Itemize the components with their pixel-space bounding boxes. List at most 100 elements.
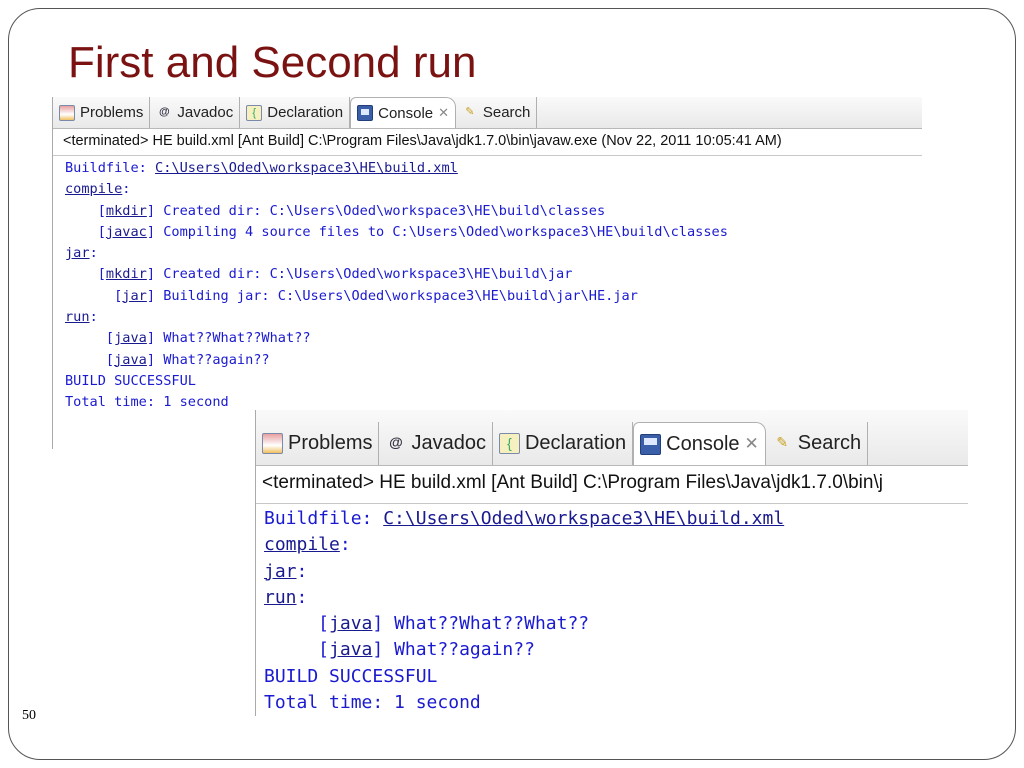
console-link[interactable]: mkdir [106, 266, 147, 282]
tab-label: Declaration [267, 104, 344, 121]
console-line: [javac] Compiling 4 source files to C:\U… [65, 222, 910, 243]
console-status-line: <terminated> HE build.xml [Ant Build] C:… [53, 129, 922, 156]
console-link[interactable]: mkdir [106, 203, 147, 219]
at-icon: @ [158, 105, 170, 118]
tab-label: Javadoc [177, 104, 234, 121]
tab-label: Problems [288, 432, 373, 454]
view-tab-bar: Problems @ Javadoc{Declaration Console ✕ ✎ Sea… [53, 97, 922, 129]
second-run-console-panel: Problems @ Javadoc{Declaration Console ✕ ✎ Sea… [255, 410, 968, 716]
console-line: [mkdir] Created dir: C:\Users\Oded\works… [65, 201, 910, 222]
problems-icon [59, 104, 75, 121]
line-suffix: ] Building jar: C:\Users\Oded\workspace3… [146, 287, 638, 304]
console-line: compile: [65, 179, 910, 200]
line-prefix: [ [65, 202, 106, 219]
console-link[interactable]: compile [65, 181, 122, 197]
line-prefix: Total time: 1 second [264, 692, 481, 714]
line-prefix: BUILD SUCCESSFUL [65, 372, 196, 389]
first-run-console-panel: Problems @ Javadoc{Declaration Console ✕ ✎ Sea… [52, 97, 922, 449]
line-suffix: ] What??What??What?? [146, 330, 311, 347]
console-icon [640, 433, 662, 455]
console-link[interactable]: C:\Users\Oded\workspace3\HE\build.xml [383, 508, 784, 529]
console-link[interactable]: C:\Users\Oded\workspace3\HE\build.xml [155, 160, 458, 176]
line-suffix: : [122, 181, 131, 198]
line-suffix: ] What??What??What?? [372, 613, 590, 635]
line-suffix: ] What??again?? [146, 351, 270, 368]
tab-javadoc[interactable]: @ Javadoc [379, 422, 493, 465]
console-status-line: <terminated> HE build.xml [Ant Build] C:… [256, 466, 968, 504]
console-line: [mkdir] Created dir: C:\Users\Oded\works… [65, 264, 910, 285]
console-link[interactable]: javac [106, 224, 147, 240]
console-link[interactable]: jar [122, 288, 147, 304]
line-suffix: : [339, 534, 351, 556]
console-output: Buildfile: C:\Users\Oded\workspace3\HE\b… [256, 504, 968, 716]
console-line: Buildfile: C:\Users\Oded\workspace3\HE\b… [264, 506, 960, 532]
line-prefix: [ [65, 351, 115, 368]
line-suffix: : [89, 309, 98, 326]
line-prefix: Buildfile: [264, 508, 384, 529]
tab-javadoc[interactable]: @ Javadoc [150, 97, 241, 128]
console-link[interactable]: jar [264, 561, 297, 582]
declaration-icon: { [246, 104, 263, 121]
console-line: run: [65, 307, 910, 328]
console-line: [java] What??What??What?? [264, 611, 960, 637]
console-link[interactable]: java [114, 330, 147, 346]
line-prefix: [ [264, 639, 330, 661]
tab-label: Search [797, 432, 862, 454]
at-icon: @ [389, 434, 403, 450]
line-prefix: [ [65, 330, 115, 347]
tab-console[interactable]: Console ✕ [633, 422, 766, 465]
console-link[interactable]: java [329, 613, 372, 634]
console-line: run: [264, 585, 960, 611]
tab-declaration[interactable]: {Declaration [493, 422, 634, 465]
console-link[interactable]: jar [65, 245, 90, 261]
declaration-icon: { [498, 433, 520, 454]
line-prefix: [ [65, 223, 106, 240]
close-tab-icon[interactable]: ✕ [745, 434, 759, 454]
console-line: [jar] Building jar: C:\Users\Oded\worksp… [65, 286, 910, 307]
console-line: jar: [65, 243, 910, 264]
line-prefix: [ [264, 613, 330, 635]
console-link[interactable]: java [329, 639, 372, 660]
tab-label: Problems [80, 104, 144, 121]
line-prefix: BUILD SUCCESSFUL [264, 665, 438, 687]
search-icon: ✎ [465, 105, 475, 118]
slide-title: First and Second run [68, 38, 477, 87]
line-suffix: : [296, 586, 308, 608]
console-line: jar: [264, 559, 960, 585]
console-line: Total time: 1 second [264, 690, 960, 716]
line-prefix: Total time: 1 second [65, 394, 229, 411]
tab-label: Console [378, 104, 434, 122]
page-number: 50 [22, 708, 36, 723]
console-line: BUILD SUCCESSFUL [264, 664, 960, 690]
line-prefix: Buildfile: [65, 160, 156, 176]
console-icon [357, 105, 374, 121]
line-suffix: ] Created dir: C:\Users\Oded\workspace3\… [146, 266, 573, 283]
console-link[interactable]: run [65, 309, 90, 325]
console-link[interactable]: run [264, 587, 297, 608]
search-icon: ✎ [776, 434, 789, 450]
line-suffix: ] Compiling 4 source files to C:\Users\O… [146, 223, 728, 240]
tab-label: Declaration [524, 432, 627, 454]
tab-console[interactable]: Console ✕ [350, 97, 456, 128]
console-line: [java] What??What??What?? [65, 328, 910, 349]
tab-search[interactable]: ✎ Search [456, 97, 538, 128]
close-tab-icon[interactable]: ✕ [438, 105, 449, 121]
tab-label: Search [482, 104, 531, 121]
tab-search[interactable]: ✎ Search [766, 422, 869, 465]
tab-problems[interactable]: Problems [53, 97, 151, 128]
console-line: Buildfile: C:\Users\Oded\workspace3\HE\b… [65, 158, 910, 179]
console-link[interactable]: java [114, 352, 147, 368]
line-prefix: [ [65, 287, 123, 304]
console-link[interactable]: compile [264, 534, 340, 555]
tab-declaration[interactable]: {Declaration [240, 97, 351, 128]
console-line: BUILD SUCCESSFUL [65, 371, 910, 392]
console-line: compile: [264, 532, 960, 558]
view-tab-bar: Problems @ Javadoc{Declaration Console ✕ ✎ Sea… [256, 410, 968, 466]
line-suffix: ] What??again?? [372, 639, 535, 661]
tab-label: Console [666, 432, 740, 455]
console-line: [java] What??again?? [65, 350, 910, 371]
console-output: Buildfile: C:\Users\Oded\workspace3\HE\b… [53, 156, 922, 416]
line-prefix: [ [65, 266, 106, 283]
line-suffix: : [296, 560, 308, 582]
tab-problems[interactable]: Problems [256, 422, 380, 465]
